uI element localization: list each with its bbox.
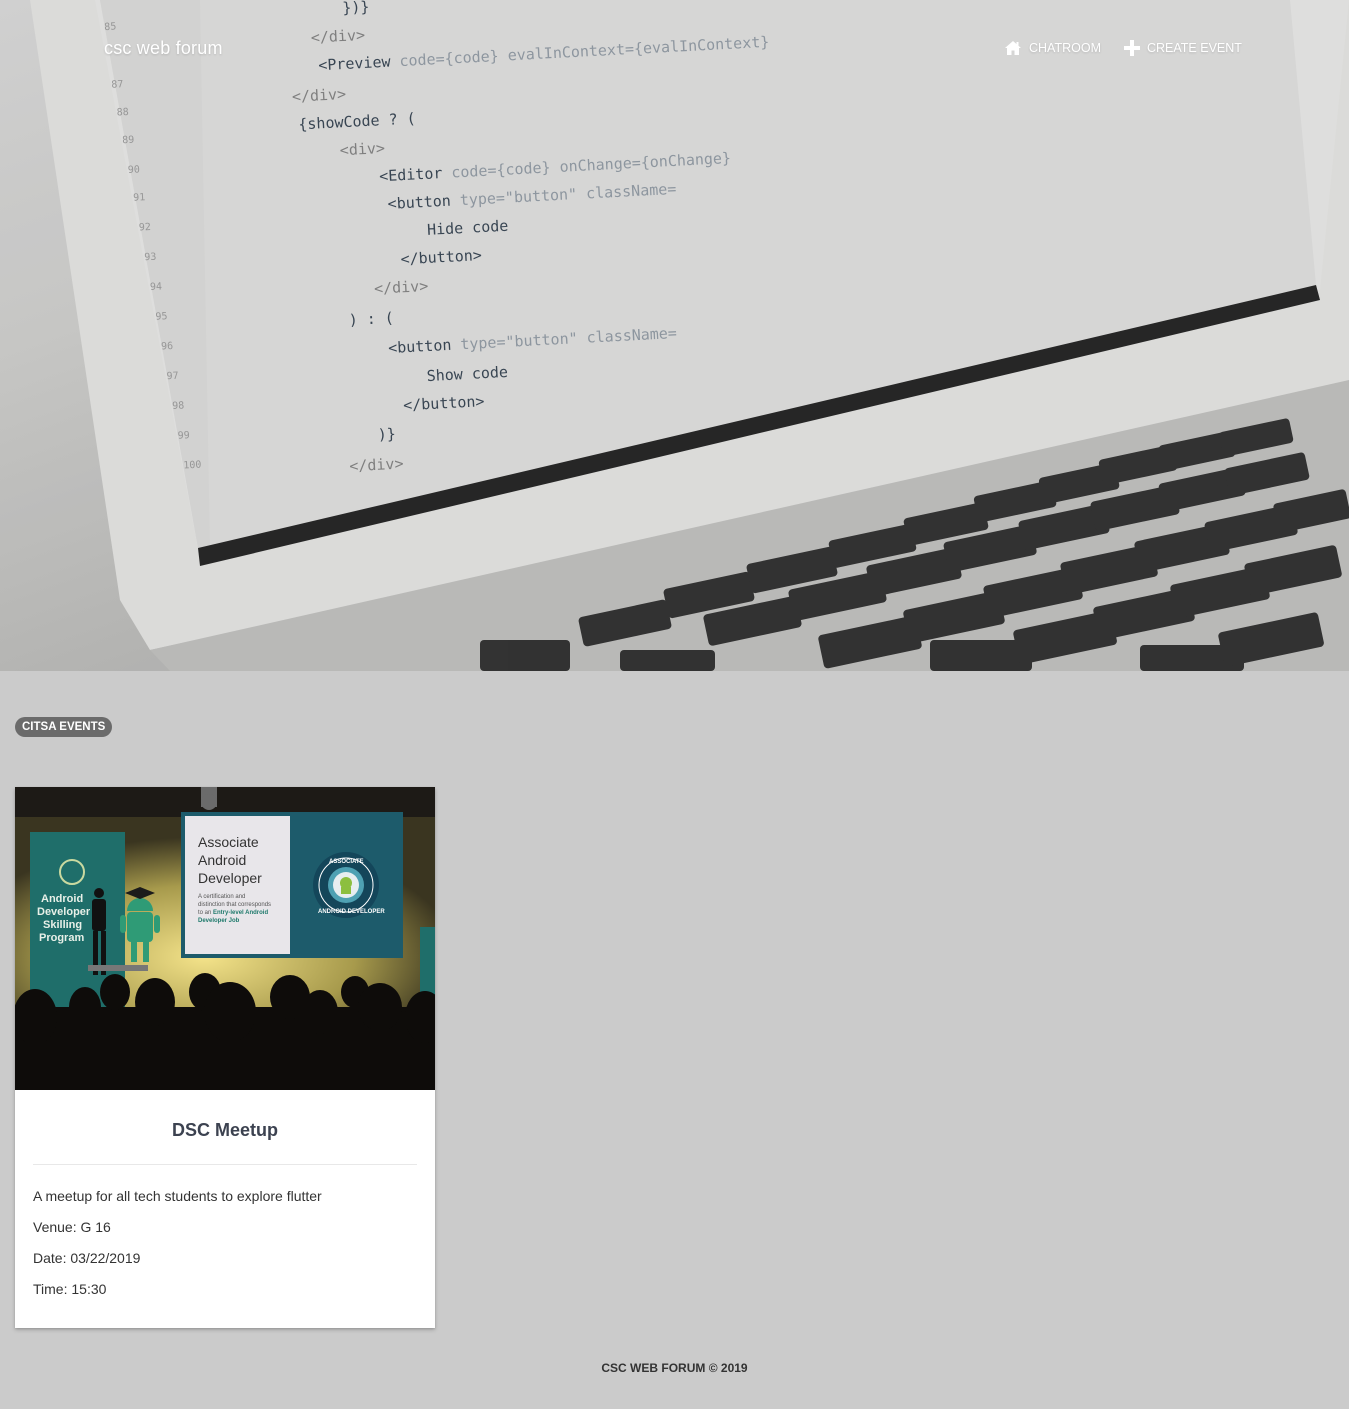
create-event-link[interactable]: CREATE EVENT [1124, 40, 1242, 56]
seal-top-text: ASSOCIATE [329, 859, 364, 865]
event-venue: Venue: G 16 [33, 1219, 111, 1235]
event-title: DSC Meetup [171, 1120, 278, 1140]
slide-title-line: Associate [198, 834, 259, 850]
svg-text:to an Entry-level Android: to an Entry-level Android [198, 910, 268, 916]
event-card[interactable]: Android Developer Skilling Program Assoc… [15, 787, 435, 1328]
event-description: A meetup for all tech students to explor… [33, 1188, 322, 1204]
slide-title-line: Android [198, 852, 246, 868]
chatroom-link[interactable]: CHATROOM [1004, 40, 1101, 56]
section-badge: CITSA EVENTS [15, 717, 113, 737]
footer-copyright: CSC WEB FORUM © 2019 [601, 1361, 748, 1375]
banner-text-line: Program [39, 932, 84, 944]
slide-title-line: Developer [198, 870, 262, 886]
chatroom-label: CHATROOM [1029, 41, 1101, 55]
event-poster-image: Android Developer Skilling Program Assoc… [15, 787, 435, 1090]
plus-icon [1124, 40, 1140, 56]
hero-banner: })} </div> <Preview code={code} evalInCo… [0, 0, 1349, 671]
seal-bottom-text: ANDROID DEVELOPER [318, 909, 385, 915]
svg-text:A certification and: A certification and [198, 894, 245, 900]
brand-logo-link[interactable]: csc web forum [104, 38, 223, 59]
hero-overlay [0, 0, 1349, 671]
card-divider [33, 1164, 417, 1165]
event-date: Date: 03/22/2019 [33, 1250, 141, 1266]
home-icon [1005, 41, 1021, 55]
svg-text:Developer Job: Developer Job [198, 918, 240, 924]
banner-text-line: Developer [37, 906, 91, 918]
banner-text-line: Skilling [43, 919, 82, 931]
event-time: Time: 15:30 [33, 1281, 107, 1297]
banner-text-line: Android [41, 893, 83, 905]
svg-text:distinction that corresponds: distinction that corresponds [198, 902, 271, 908]
create-event-label: CREATE EVENT [1147, 41, 1242, 55]
top-navbar: csc web forum CHATROOM CREATE EVENT [0, 0, 1349, 100]
